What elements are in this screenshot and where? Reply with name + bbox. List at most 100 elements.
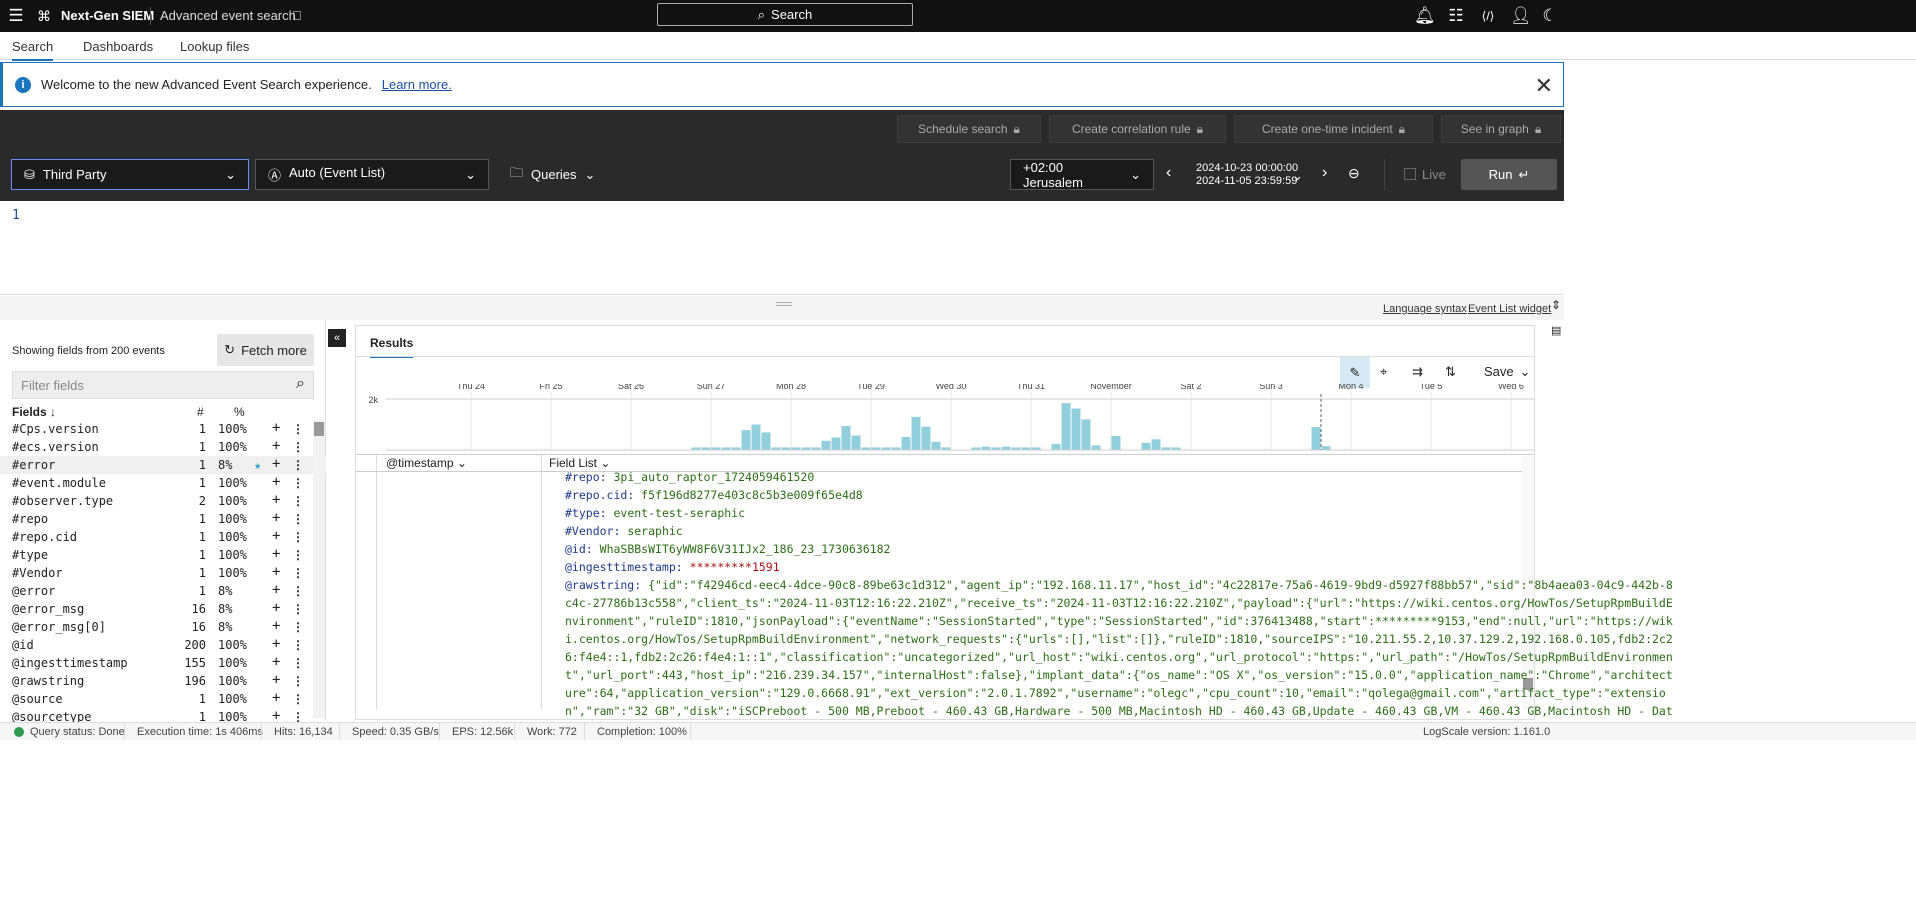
timezone-select[interactable]: +02:00 Jerusalem ⌄ (1010, 159, 1154, 190)
crosshair-icon[interactable]: ⌖ (1380, 364, 1387, 380)
user-icon[interactable]: 👤︎ (1510, 6, 1532, 26)
field-name[interactable]: #Cps.version (12, 422, 99, 436)
field-row[interactable]: #repo 1 100% + ⋮ (0, 510, 326, 528)
wrap-icon[interactable]: ⇉ (1412, 364, 1423, 380)
field-name[interactable]: @error_msg (12, 602, 84, 616)
create-incident-button[interactable]: Create one-time incident 🔒︎ (1234, 115, 1433, 143)
field-row[interactable]: #Vendor 1 100% + ⋮ (0, 564, 326, 582)
timestamp-column-header[interactable]: @timestamp ⌄ (386, 456, 467, 470)
field-name[interactable]: #type (12, 548, 48, 562)
code-icon[interactable]: ⟨/⟩ (1478, 6, 1498, 26)
queries-menu[interactable]: 🗀 Queries ⌄ (498, 159, 595, 190)
field-name[interactable]: @id (12, 638, 34, 652)
query-editor[interactable]: 1 (0, 201, 1564, 295)
add-icon[interactable]: + (272, 636, 280, 652)
tab-results[interactable]: Results (370, 336, 414, 358)
more-icon[interactable]: ⋮ (292, 620, 304, 634)
more-icon[interactable]: ⋮ (292, 674, 304, 688)
more-icon[interactable]: ⋮ (292, 440, 304, 454)
time-range-picker[interactable]: 2024-10-23 00:00:00 2024-11-05 23:59:59 (1196, 162, 1298, 188)
stack-icon[interactable]: ☷ (1446, 6, 1466, 26)
collapse-icon[interactable]: ⇕ (1551, 298, 1561, 312)
schedule-search-button[interactable]: Schedule search 🔒︎ (897, 115, 1041, 143)
more-icon[interactable]: ⋮ (292, 548, 304, 562)
histogram-chart[interactable]: 2k Thu 24 Fri 25 Sat 26 Sun 27 Mon 28 Tue 29 We… (356, 384, 1534, 454)
add-icon[interactable]: + (272, 546, 280, 562)
add-icon[interactable]: + (272, 618, 280, 634)
close-icon[interactable]: ✕ (1535, 73, 1553, 99)
more-icon[interactable]: ⋮ (292, 512, 304, 526)
field-name[interactable]: #event.module (12, 476, 106, 490)
more-icon[interactable]: ⋮ (292, 602, 304, 616)
event-list-widget-link[interactable]: Event List widget (1468, 303, 1551, 315)
add-icon[interactable]: + (272, 564, 280, 580)
field-row[interactable]: #ecs.version 1 100% + ⋮ (0, 438, 326, 456)
more-icon[interactable]: ⋮ (292, 494, 304, 508)
filter-fields-input[interactable]: Filter fields ⌕ (12, 371, 314, 399)
field-row[interactable]: @rawstring 196 100% + ⋮ (0, 672, 326, 690)
field-name[interactable]: #error (12, 458, 55, 472)
learn-more-link[interactable]: Learn more. (382, 77, 452, 92)
field-name[interactable]: @error_msg[0] (12, 620, 106, 634)
more-icon[interactable]: ⋮ (292, 584, 304, 598)
bell-icon[interactable]: 🔔︎ (1414, 6, 1436, 26)
add-icon[interactable]: + (272, 690, 280, 706)
fetch-more-button[interactable]: ↻ Fetch more (217, 334, 314, 366)
fields-scrollbar[interactable] (313, 420, 325, 718)
field-row[interactable]: #error 1 8% ★ + ⋮ (0, 456, 326, 474)
field-row[interactable]: @source 1 100% + ⋮ (0, 690, 326, 708)
field-row[interactable]: #event.module 1 100% + ⋮ (0, 474, 326, 492)
repository-select[interactable]: ⛁ Third Party ⌄ (11, 159, 249, 190)
more-icon[interactable]: ⋮ (292, 692, 304, 706)
field-name[interactable]: @ingesttimestamp (12, 656, 128, 670)
star-icon[interactable]: ★ (254, 458, 261, 472)
field-name[interactable]: #ecs.version (12, 440, 99, 454)
add-icon[interactable]: + (272, 528, 280, 544)
sort-icon[interactable]: ⇅ (1445, 364, 1456, 380)
add-icon[interactable]: + (272, 654, 280, 670)
field-name[interactable]: #Vendor (12, 566, 63, 580)
field-row[interactable]: @error_msg[0] 16 8% + ⋮ (0, 618, 326, 636)
collapse-panel-button[interactable]: « (328, 329, 346, 347)
add-icon[interactable]: + (272, 474, 280, 490)
add-icon[interactable]: + (272, 492, 280, 508)
add-icon[interactable]: + (272, 672, 280, 688)
field-row[interactable]: #type 1 100% + ⋮ (0, 546, 326, 564)
field-name[interactable]: @error (12, 584, 55, 598)
field-row[interactable]: #Cps.version 1 100% + ⋮ (0, 420, 326, 438)
field-row[interactable]: @id 200 100% + ⋮ (0, 636, 326, 654)
field-name[interactable]: #repo (12, 512, 48, 526)
language-syntax-link[interactable]: Language syntax (1383, 303, 1467, 315)
field-name[interactable]: @source (12, 692, 63, 706)
add-icon[interactable]: + (272, 510, 280, 526)
run-button[interactable]: Run ↵ (1461, 159, 1557, 190)
field-row[interactable]: @error_msg 16 8% + ⋮ (0, 600, 326, 618)
live-checkbox[interactable] (1404, 168, 1416, 180)
field-row[interactable]: #repo.cid 1 100% + ⋮ (0, 528, 326, 546)
bookmark-icon[interactable]: ⎕ (287, 6, 307, 26)
add-icon[interactable]: + (272, 420, 280, 436)
more-icon[interactable]: ⋮ (292, 638, 304, 652)
add-icon[interactable]: + (272, 438, 280, 454)
field-row[interactable]: @ingesttimestamp 155 100% + ⋮ (0, 654, 326, 672)
field-name[interactable]: #repo.cid (12, 530, 77, 544)
field-name[interactable]: @rawstring (12, 674, 84, 688)
splitter[interactable]: Language syntax Event List widget (0, 296, 1564, 320)
widget-icon[interactable]: ▤ (1551, 324, 1561, 337)
add-icon[interactable]: + (272, 582, 280, 598)
field-name[interactable]: #observer.type (12, 494, 113, 508)
more-icon[interactable]: ⋮ (292, 656, 304, 670)
moon-icon[interactable]: ☾ (1540, 6, 1560, 26)
fields-header[interactable]: Fields ↓ (12, 405, 56, 419)
add-icon[interactable]: + (272, 456, 280, 472)
previous-range-icon[interactable]: ‹ (1166, 164, 1171, 182)
more-icon[interactable]: ⋮ (292, 530, 304, 544)
more-icon[interactable]: ⋮ (292, 566, 304, 580)
tab-lookup-files[interactable]: Lookup files (180, 39, 249, 54)
zoom-out-icon[interactable]: ⊖ (1348, 165, 1360, 182)
more-icon[interactable]: ⋮ (292, 422, 304, 436)
create-correlation-rule-button[interactable]: Create correlation rule 🔒︎ (1049, 115, 1226, 143)
field-row[interactable]: #observer.type 2 100% + ⋮ (0, 492, 326, 510)
tab-search[interactable]: Search (12, 39, 54, 61)
add-icon[interactable]: + (272, 600, 280, 616)
